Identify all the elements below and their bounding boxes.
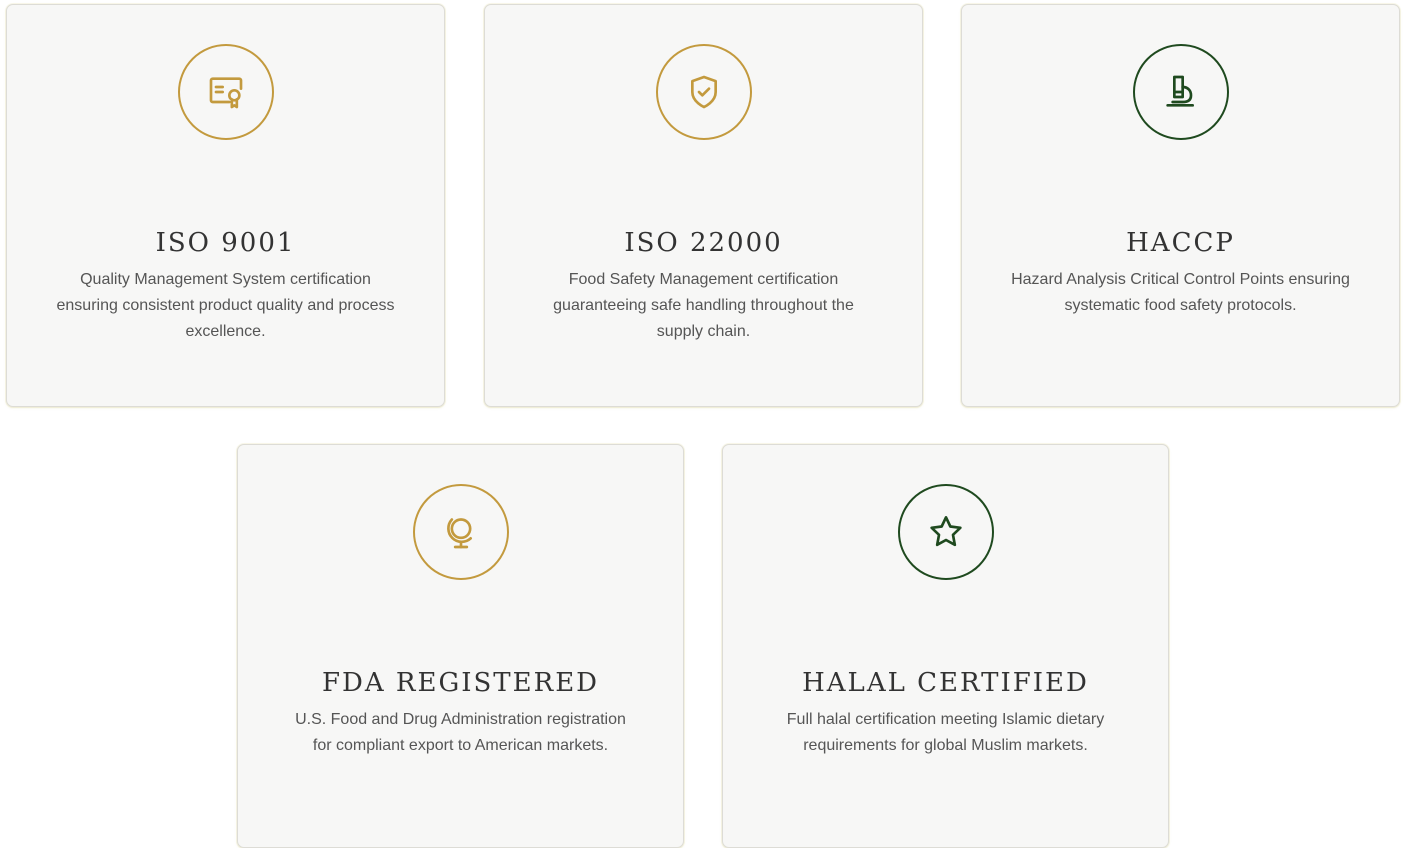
certificate-icon — [209, 77, 242, 109]
certificate-icon-badge — [177, 44, 274, 140]
star-icon-badge — [897, 484, 994, 580]
card-description: Quality Management System certification … — [56, 271, 395, 340]
shield-check-icon-badge — [655, 44, 752, 140]
globe-icon — [446, 518, 472, 549]
card-description: Food Safety Management certification gua… — [553, 271, 854, 340]
shield-check-icon — [690, 75, 717, 109]
certification-card-haccp: HACCP Hazard Analysis Critical Control P… — [961, 4, 1400, 407]
microscope-icon — [1165, 75, 1194, 107]
card-title: HALAL CERTIFIED — [802, 668, 1089, 698]
card-title: FDA REGISTERED — [321, 668, 600, 698]
card-description: U.S. Food and Drug Administration regist… — [295, 711, 626, 754]
card-description: Hazard Analysis Critical Control Points … — [1011, 271, 1350, 314]
certification-card-fda-registered: FDA REGISTERED U.S. Food and Drug Admini… — [237, 444, 684, 848]
certification-card-iso-9001: ISO 9001 Quality Management System certi… — [6, 4, 445, 407]
card-description: Full halal certification meeting Islamic… — [786, 711, 1105, 754]
card-title: ISO 9001 — [155, 228, 296, 258]
microscope-icon-badge — [1132, 44, 1229, 140]
globe-icon-badge — [412, 484, 509, 580]
card-title: ISO 22000 — [624, 228, 783, 258]
card-title: HACCP — [1126, 228, 1235, 258]
star-icon — [929, 516, 962, 547]
certification-card-halal-certified: HALAL CERTIFIED Full halal certification… — [722, 444, 1169, 848]
certification-card-iso-22000: ISO 22000 Food Safety Management certifi… — [484, 4, 923, 407]
